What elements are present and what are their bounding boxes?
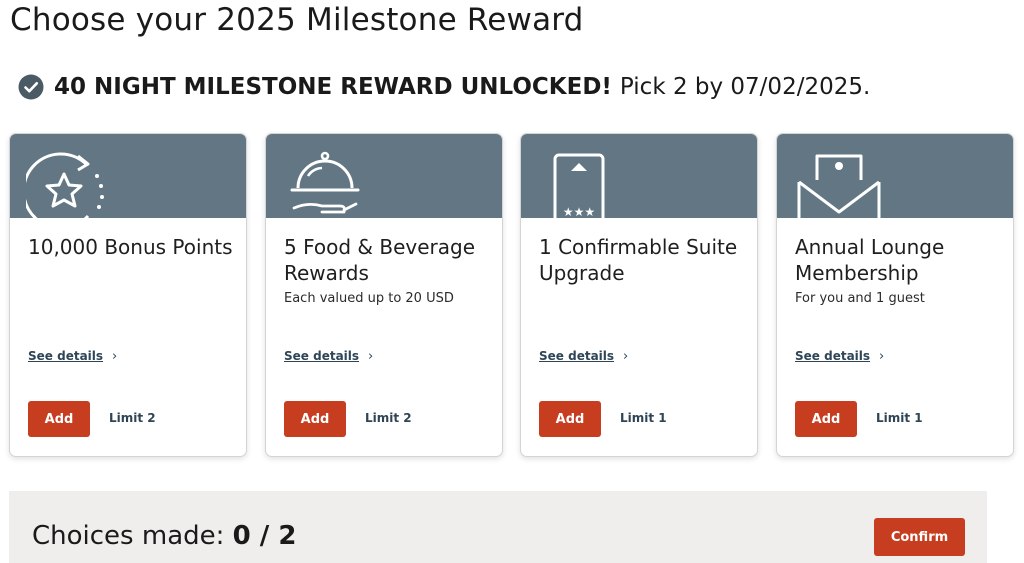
milestone-banner: 40 NIGHT MILESTONE REWARD UNLOCKED! Pick… [18,74,870,100]
add-button[interactable]: Add [539,401,601,437]
choices-label: Choices made: [32,521,225,551]
add-button[interactable]: Add [795,401,857,437]
banner-headline: 40 NIGHT MILESTONE REWARD UNLOCKED! [54,74,612,100]
card-subtitle: For you and 1 guest [795,291,925,306]
card-title: 1 Confirmable Suite Upgrade [539,235,738,285]
card-header [266,134,502,218]
see-details-label: See details [28,349,104,363]
see-details-link[interactable]: See details › [284,349,373,364]
see-details-label: See details [539,349,615,363]
card-title: 5 Food & Beverage Rewards [284,235,475,285]
add-button[interactable]: Add [284,401,346,437]
choices-counter: Choices made: 0 / 2 [32,521,296,551]
page-title: Choose your 2025 Milestone Reward [10,2,584,38]
see-details-link[interactable]: See details › [539,349,628,364]
star-refresh-icon [26,152,104,218]
choices-value: 0 / 2 [232,521,297,551]
card-header [777,134,1013,218]
svg-text:★★★: ★★★ [563,205,595,218]
limit-label: Limit 2 [365,411,412,425]
chevron-right-icon: › [112,349,118,364]
chevron-right-icon: › [368,349,374,364]
reward-card-food-beverage: 5 Food & Beverage Rewards Each valued up… [265,133,503,457]
card-title: 10,000 Bonus Points [28,235,233,259]
banner-detail: Pick 2 by 07/02/2025. [619,74,871,100]
suite-door-icon: ★★★ [553,153,605,218]
reward-card-suite-upgrade: ★★★ 1 Confirmable Suite Upgrade See deta… [520,133,758,457]
chevron-right-icon: › [623,349,629,364]
see-details-label: See details [284,349,360,363]
check-circle-icon [18,74,44,100]
card-header: ★★★ [521,134,757,218]
limit-label: Limit 2 [109,411,156,425]
see-details-link[interactable]: See details › [28,349,117,364]
reward-card-lounge-membership: Annual Lounge Membership For you and 1 g… [776,133,1014,457]
add-button[interactable]: Add [28,401,90,437]
selection-footer: Choices made: 0 / 2 Confirm [9,491,987,563]
card-title: Annual Lounge Membership [795,235,945,285]
limit-label: Limit 1 [876,411,923,425]
limit-label: Limit 1 [620,411,667,425]
reward-card-bonus-points: 10,000 Bonus Points See details › Add Lim… [9,133,247,457]
lounge-envelope-icon [797,154,881,218]
see-details-link[interactable]: See details › [795,349,884,364]
food-cloche-icon [290,151,360,214]
card-header [10,134,246,218]
see-details-label: See details [795,349,871,363]
confirm-button[interactable]: Confirm [874,518,965,556]
chevron-right-icon: › [879,349,885,364]
card-subtitle: Each valued up to 20 USD [284,291,454,306]
